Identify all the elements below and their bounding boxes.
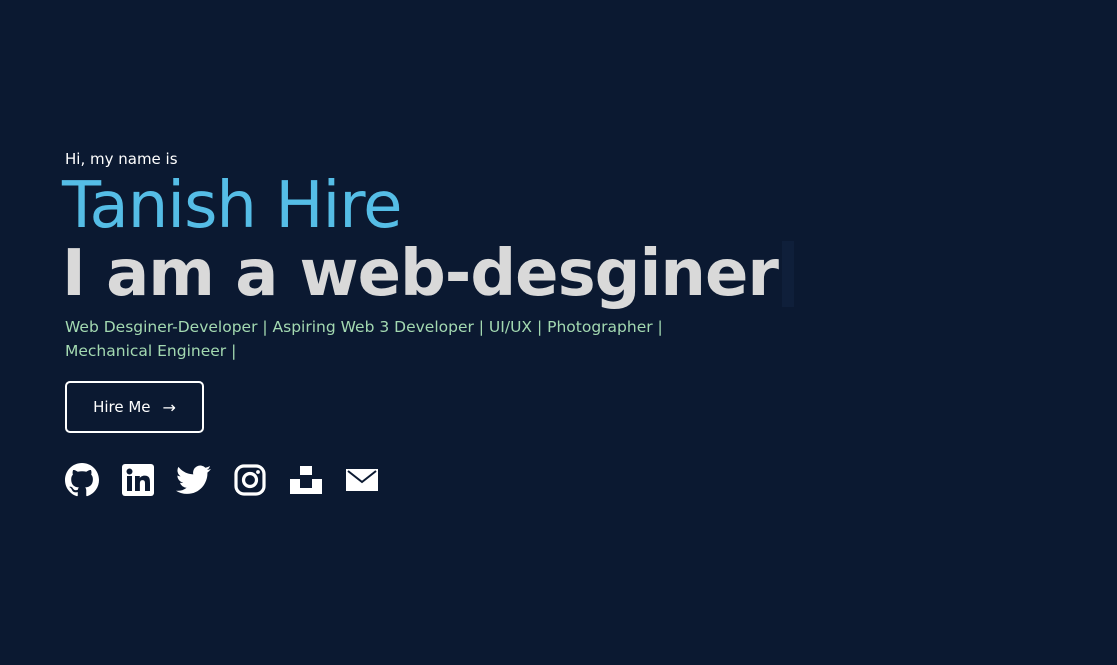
- typing-cursor: [781, 241, 794, 307]
- name-heading: Tanish Hire: [62, 169, 403, 243]
- linkedin-icon: [121, 463, 154, 496]
- twitter-link[interactable]: [176, 463, 211, 496]
- instagram-link[interactable]: [233, 463, 266, 496]
- unsplash-icon: [289, 464, 322, 496]
- greeting-text: Hi, my name is: [65, 150, 178, 168]
- social-links: [64, 462, 1065, 497]
- role-line: I am a web-desginer: [62, 236, 794, 312]
- github-link[interactable]: [64, 462, 99, 497]
- arrow-right-icon: →: [162, 397, 176, 417]
- unsplash-link[interactable]: [289, 463, 322, 496]
- hero-section: Hi, my name is Tanish Hire I am a web-de…: [62, 148, 1065, 497]
- github-icon: [64, 462, 99, 497]
- role-prefix: I am a: [62, 237, 278, 311]
- twitter-icon: [176, 465, 211, 495]
- tagline: Web Desginer-Developer | Aspiring Web 3 …: [65, 318, 663, 360]
- hire-me-button[interactable]: Hire Me →: [65, 381, 204, 433]
- mail-icon: [345, 467, 378, 493]
- role-typed-text: web-desginer: [299, 237, 778, 311]
- mail-link[interactable]: [345, 463, 378, 496]
- linkedin-link[interactable]: [121, 463, 154, 496]
- instagram-icon: [233, 463, 266, 496]
- hire-me-label: Hire Me: [93, 398, 151, 416]
